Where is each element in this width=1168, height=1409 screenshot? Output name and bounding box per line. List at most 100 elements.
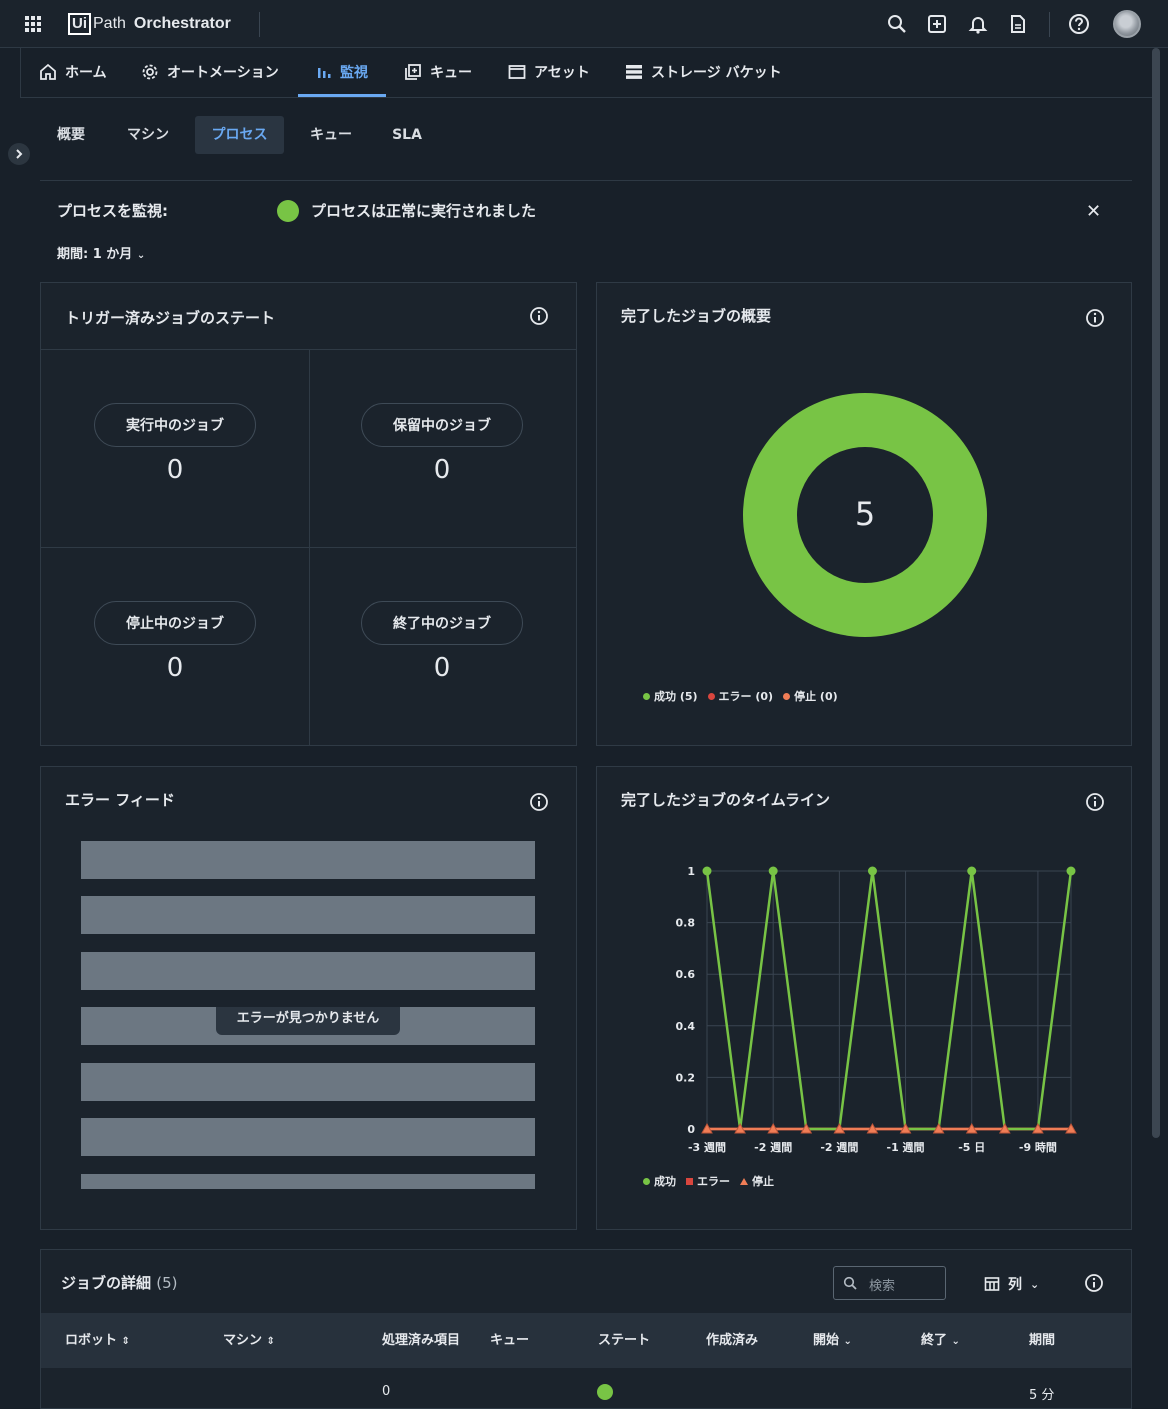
product-name: Orchestrator — [133, 15, 231, 32]
column-robot[interactable]: ロボット ⇕ — [65, 1313, 130, 1368]
legend-error-label: エラー — [697, 1175, 730, 1188]
legend-success[interactable]: 成功 — [643, 1173, 676, 1189]
placeholder-row — [81, 952, 535, 990]
document-icon[interactable] — [1006, 12, 1030, 36]
stopping-jobs-pill[interactable]: 停止中のジョブ — [94, 601, 256, 645]
terminating-jobs-pill[interactable]: 終了中のジョブ — [361, 601, 523, 645]
success-point — [702, 866, 712, 876]
column-queue[interactable]: キュー — [490, 1313, 529, 1368]
divider — [259, 12, 260, 37]
column-machine[interactable]: マシン ⇕ — [223, 1313, 275, 1368]
queue-icon — [405, 64, 421, 80]
x-tick-label: -1 週間 — [887, 1140, 925, 1154]
error-feed-card: エラー フィード エラーが見つかりません — [40, 766, 577, 1230]
add-icon[interactable] — [925, 12, 949, 36]
search-input[interactable]: 検索 — [869, 1275, 895, 1294]
series-line-成功 — [705, 870, 1073, 1131]
scrollbar[interactable] — [1152, 48, 1160, 1138]
x-tick-label: -2 週間 — [820, 1140, 858, 1154]
uipath-logo[interactable]: Ui Path Orchestrator — [68, 13, 231, 35]
legend-success-label: 成功 (5) — [654, 690, 698, 703]
column-started[interactable]: 開始 ⌄ — [813, 1313, 852, 1368]
job-details-card: ジョブの詳細 (5) 検索 列 ⌄ ロボット ⇕ マシン ⇕ 処理済み項目 キュ… — [40, 1249, 1132, 1409]
tab-storage[interactable]: ストレージ バケット — [625, 48, 782, 96]
success-point — [1066, 866, 1076, 876]
subtab-machines[interactable]: マシン — [116, 116, 180, 154]
placeholder-row — [81, 1174, 535, 1189]
process-status-text: プロセスは正常に実行されました — [311, 202, 537, 220]
tab-automation[interactable]: オートメーション — [141, 48, 279, 96]
home-icon — [40, 63, 56, 80]
chevron-down-icon: ⌄ — [843, 1336, 852, 1347]
tab-queues-label: キュー — [430, 65, 472, 81]
column-ended[interactable]: 終了 ⌄ — [921, 1313, 960, 1368]
info-icon[interactable] — [1084, 1273, 1104, 1293]
tab-home[interactable]: ホーム — [39, 48, 107, 96]
legend-error[interactable]: エラー (0) — [707, 688, 774, 704]
donut-legend: 成功 (5) エラー (0) 停止 (0) — [643, 688, 838, 704]
x-tick-label: -3 週間 — [688, 1140, 726, 1154]
no-errors-message: エラーが見つかりません — [216, 1007, 400, 1035]
close-icon[interactable]: ✕ — [1086, 201, 1101, 222]
avatar[interactable] — [1113, 10, 1141, 38]
help-icon[interactable] — [1067, 12, 1091, 36]
bell-icon[interactable] — [966, 12, 990, 36]
column-duration[interactable]: 期間 — [1029, 1313, 1055, 1368]
tab-assets[interactable]: アセット — [508, 48, 590, 96]
apps-grid-icon[interactable] — [24, 15, 42, 33]
subtab-queues[interactable]: キュー — [298, 116, 364, 154]
sort-icon: ⇕ — [266, 1336, 275, 1347]
pending-jobs-count: 0 — [433, 455, 451, 485]
pending-jobs-pill[interactable]: 保留中のジョブ — [361, 403, 523, 447]
running-jobs-pill[interactable]: 実行中のジョブ — [94, 403, 256, 447]
tab-automation-label: オートメーション — [167, 65, 279, 81]
row-processed-items: 0 — [382, 1384, 391, 1399]
logo-ui: Ui — [68, 13, 91, 35]
tab-assets-label: アセット — [534, 65, 590, 81]
legend-stopped[interactable]: 停止 (0) — [783, 688, 838, 704]
period-dropdown[interactable]: 期間: 1 か月 ⌄ — [57, 243, 145, 262]
divider — [1049, 12, 1050, 37]
chevron-right-icon[interactable] — [8, 143, 30, 165]
card-title: エラー フィード — [65, 791, 175, 809]
legend-stopped[interactable]: 停止 — [740, 1173, 774, 1189]
logo-path: Path — [93, 15, 126, 32]
terminating-jobs-count: 0 — [433, 653, 451, 683]
column-started-label: 開始 — [813, 1333, 840, 1348]
card-title: 完了したジョブの概要 — [621, 307, 772, 325]
legend-error[interactable]: エラー — [686, 1173, 730, 1189]
column-processed[interactable]: 処理済み項目 — [382, 1313, 460, 1368]
job-count: (5) — [156, 1274, 178, 1292]
donut-chart[interactable]: 5 — [741, 391, 989, 639]
period-label: 期間: 1 か月 — [57, 247, 133, 262]
column-created[interactable]: 作成済み — [706, 1313, 758, 1368]
donut-total: 5 — [855, 495, 875, 533]
legend-success[interactable]: 成功 (5) — [643, 688, 698, 704]
status-success-icon — [277, 200, 299, 222]
timeline-chart[interactable]: 0 0.2 0.4 0.6 0.8 1 -3 週間 -2 週間 -2 週間 -1 週間 -5 日 -… — [597, 767, 1131, 1167]
column-state[interactable]: ステート — [598, 1313, 650, 1368]
subtab-overview[interactable]: 概要 — [40, 116, 102, 154]
main-nav: ホーム オートメーション 監視 キュー アセット ストレージ バケット — [20, 48, 1152, 98]
info-icon[interactable] — [1085, 308, 1105, 328]
y-tick-label: 0.6 — [676, 968, 696, 981]
success-point — [867, 866, 877, 876]
search-icon[interactable] — [885, 12, 909, 36]
tab-queues[interactable]: キュー — [404, 48, 472, 96]
columns-button[interactable]: 列 ⌄ — [984, 1274, 1039, 1294]
placeholder-row — [81, 896, 535, 934]
column-robot-label: ロボット — [65, 1333, 118, 1348]
legend-stopped-label: 停止 — [752, 1175, 774, 1188]
columns-icon — [984, 1277, 1000, 1291]
tab-monitor[interactable]: 監視 — [298, 48, 386, 97]
subtab-processes[interactable]: プロセス — [195, 116, 284, 154]
info-icon[interactable] — [529, 792, 549, 812]
table-header: ロボット ⇕ マシン ⇕ 処理済み項目 キュー ステート 作成済み 開始 ⌄ 終… — [41, 1313, 1131, 1368]
y-tick-label: 1 — [687, 865, 695, 878]
legend-error-label: エラー (0) — [718, 690, 774, 703]
search-field[interactable]: 検索 — [833, 1266, 946, 1300]
info-icon[interactable] — [529, 306, 549, 326]
subtab-sla[interactable]: SLA — [382, 116, 432, 154]
x-tick-label: -5 日 — [958, 1141, 985, 1154]
timeline-legend: 成功 エラー 停止 — [643, 1173, 774, 1189]
